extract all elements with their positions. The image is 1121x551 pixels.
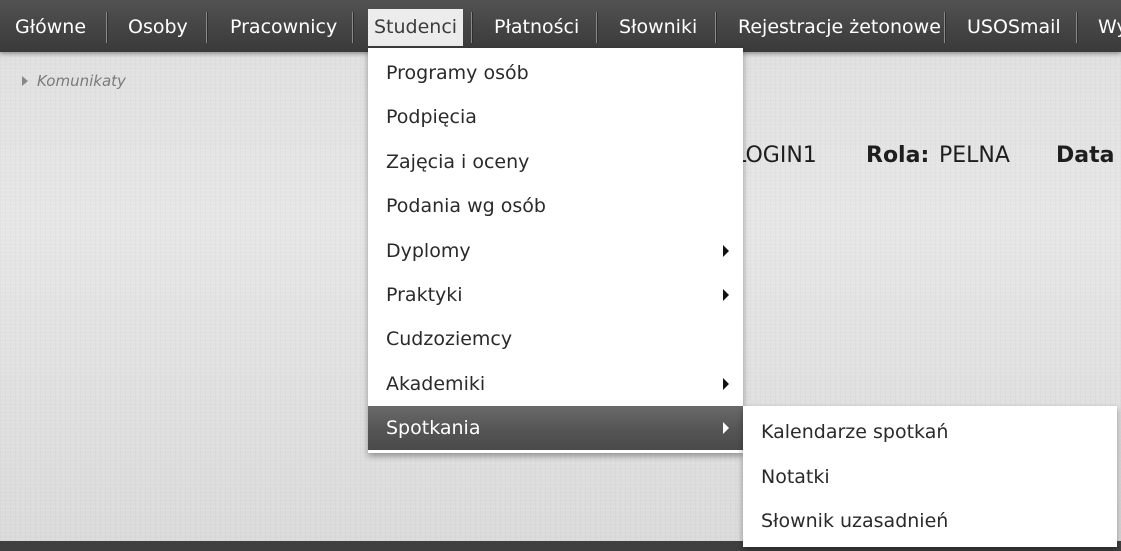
nav-separator <box>206 12 207 43</box>
menu-item-cudzoziemcy[interactable]: Cudzoziemcy <box>368 317 743 361</box>
menu-item-podania-wg-osob[interactable]: Podania wg osób <box>368 184 743 228</box>
menu-item-praktyki[interactable]: Praktyki <box>368 273 743 317</box>
caret-right-icon <box>723 378 729 390</box>
nav-tab-osoby[interactable]: Osoby <box>128 8 188 46</box>
nav-tab-rejestracje-zetonowe[interactable]: Rejestracje żetonowe <box>738 8 941 46</box>
nav-tab-usosmail[interactable]: USOSmail <box>967 8 1061 46</box>
menu-item-label: Notatki <box>761 466 830 488</box>
caret-right-icon <box>723 422 729 434</box>
submenu-item-slownik-uzasadnien[interactable]: Słownik uzasadnień <box>743 499 1117 543</box>
menu-item-label: Podpięcia <box>386 106 477 128</box>
menu-item-label: Słownik uzasadnień <box>761 510 949 532</box>
nav-tab-glowne[interactable]: Główne <box>15 8 86 46</box>
nav-separator <box>471 12 472 43</box>
nav-separator <box>944 12 945 43</box>
role-label: Rola: <box>866 143 930 168</box>
menu-item-label: Kalendarze spotkań <box>761 421 949 443</box>
main-navbar: Główne Osoby Pracownicy Studenci Płatnoś… <box>0 0 1121 52</box>
caret-right-icon <box>723 245 729 257</box>
komunikaty-label: Komunikaty <box>37 72 126 90</box>
nav-tab-studenci[interactable]: Studenci <box>368 9 464 46</box>
login-value: LOGIN1 <box>734 143 817 168</box>
submenu-item-kalendarze-spotkan[interactable]: Kalendarze spotkań <box>743 410 1117 454</box>
menu-item-label: Dyplomy <box>386 240 471 262</box>
submenu-item-notatki[interactable]: Notatki <box>743 455 1117 499</box>
menu-item-label: Spotkania <box>386 417 481 439</box>
spotkania-submenu: Kalendarze spotkań Notatki Słownik uzasa… <box>743 406 1117 547</box>
caret-right-icon <box>22 76 28 86</box>
role-value: PELNA <box>939 143 1010 168</box>
menu-item-label: Praktyki <box>386 284 463 306</box>
nav-separator <box>1076 12 1077 43</box>
nav-tab-platnosci[interactable]: Płatności <box>494 8 579 46</box>
menu-item-dyplomy[interactable]: Dyplomy <box>368 229 743 273</box>
nav-tab-slowniki[interactable]: Słowniki <box>619 8 697 46</box>
studenci-dropdown-menu: Programy osób Podpięcia Zajęcia i oceny … <box>368 48 743 453</box>
menu-item-label: Cudzoziemcy <box>386 328 513 350</box>
nav-tab-wy[interactable]: Wy <box>1098 8 1121 46</box>
menu-item-programy-osob[interactable]: Programy osób <box>368 51 743 95</box>
caret-right-icon <box>723 289 729 301</box>
menu-item-label: Programy osób <box>386 62 529 84</box>
menu-item-spotkania[interactable]: Spotkania <box>368 406 743 450</box>
nav-separator <box>596 12 597 43</box>
nav-separator <box>715 12 716 43</box>
menu-item-zajecia-i-oceny[interactable]: Zajęcia i oceny <box>368 140 743 184</box>
date-label: Data w <box>1056 143 1121 168</box>
nav-tab-pracownicy[interactable]: Pracownicy <box>230 8 337 46</box>
nav-separator <box>352 12 353 43</box>
nav-separator <box>106 12 107 43</box>
menu-item-label: Zajęcia i oceny <box>386 151 530 173</box>
komunikaty-toggle[interactable]: Komunikaty <box>22 70 126 92</box>
menu-item-label: Akademiki <box>386 373 486 395</box>
menu-item-akademiki[interactable]: Akademiki <box>368 362 743 406</box>
menu-item-label: Podania wg osób <box>386 195 546 217</box>
menu-item-podpiecia[interactable]: Podpięcia <box>368 95 743 139</box>
